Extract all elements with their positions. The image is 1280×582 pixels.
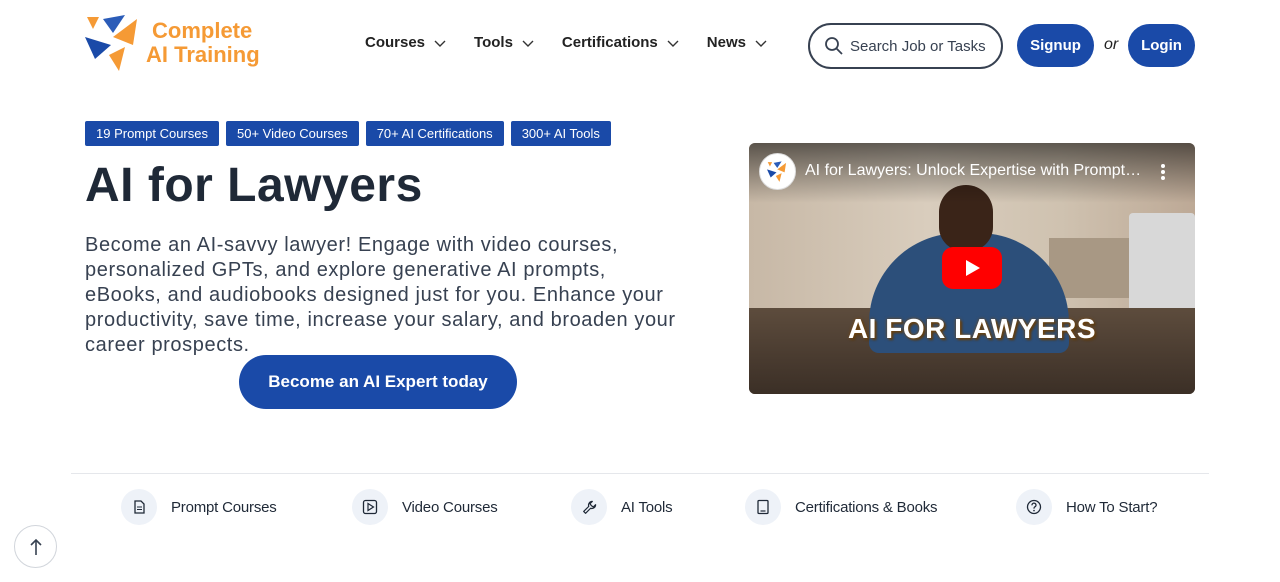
site-header: Complete AI Training Courses Tools Certi… [0,0,1280,92]
section-divider [71,473,1209,474]
quick-link-prompt-courses[interactable]: Prompt Courses [121,489,277,525]
become-expert-button[interactable]: Become an AI Expert today [239,355,517,409]
nav-tools-label: Tools [474,34,513,51]
video-title[interactable]: AI for Lawyers: Unlock Expertise with Pr… [805,162,1145,180]
logo-line-1: Complete [152,18,253,43]
logo-text: Complete AI Training [146,18,266,67]
nav-certifications-label: Certifications [561,34,658,51]
nav-certifications[interactable]: Certifications [562,34,679,51]
quick-link-label: Certifications & Books [795,498,938,516]
search-box[interactable] [808,23,1003,69]
video-thumbnail-monitor [1129,213,1195,313]
quick-link-label: Video Courses [402,498,498,516]
quick-link-label: Prompt Courses [171,498,277,516]
document-icon [121,489,157,525]
video-player[interactable]: AI for Lawyers: Unlock Expertise with Pr… [749,143,1195,394]
nav-news[interactable]: News [707,34,767,51]
chevron-down-icon [755,37,767,49]
play-button[interactable] [942,247,1002,289]
signup-button[interactable]: Signup [1017,24,1094,67]
quick-link-video-courses[interactable]: Video Courses [352,489,498,525]
or-separator: or [1104,36,1119,53]
book-icon [745,489,781,525]
search-input[interactable] [850,37,995,55]
channel-avatar[interactable] [759,153,796,190]
quick-link-label: AI Tools [621,498,673,516]
quick-link-ai-tools[interactable]: AI Tools [571,489,673,525]
video-caption: AI FOR LAWYERS [847,313,1097,344]
login-button[interactable]: Login [1128,24,1195,67]
nav-courses[interactable]: Courses [365,34,446,51]
quick-link-label: How To Start? [1066,498,1158,516]
quick-link-certifications-books[interactable]: Certifications & Books [745,489,938,525]
badge-ai-certifications[interactable]: 70+ AI Certifications [365,121,504,146]
quick-link-how-to-start[interactable]: How To Start? [1016,489,1158,525]
hero-badges: 19 Prompt Courses 50+ Video Courses 70+ … [85,121,611,146]
play-icon [966,260,980,276]
hero-description: Become an AI-savvy lawyer! Engage with v… [85,234,676,356]
main-nav: Courses Tools Certifications News [365,34,795,51]
arrow-up-icon [29,538,42,555]
badge-prompt-courses[interactable]: 19 Prompt Courses [85,121,219,146]
chevron-down-icon [434,37,446,49]
scroll-to-top-button[interactable] [14,525,57,568]
question-circle-icon [1016,489,1052,525]
nav-news-label: News [706,34,746,51]
logo-mark-icon [85,15,137,71]
wrench-icon [571,489,607,525]
search-icon [824,36,844,56]
badge-video-courses[interactable]: 50+ Video Courses [226,121,359,146]
more-options-icon[interactable] [1160,163,1166,181]
nav-tools[interactable]: Tools [474,34,534,51]
nav-courses-label: Courses [365,34,426,51]
logo-line-2: AI Training [146,42,260,67]
site-logo[interactable]: Complete AI Training [85,15,265,73]
badge-ai-tools[interactable]: 300+ AI Tools [510,121,611,146]
channel-logo-icon [766,160,786,182]
page-title: AI for Lawyers [85,159,423,212]
chevron-down-icon [522,37,534,49]
quick-links-bar: Prompt Courses Video Courses AI Tools Ce… [0,489,1280,525]
play-square-icon [352,489,388,525]
chevron-down-icon [667,37,679,49]
